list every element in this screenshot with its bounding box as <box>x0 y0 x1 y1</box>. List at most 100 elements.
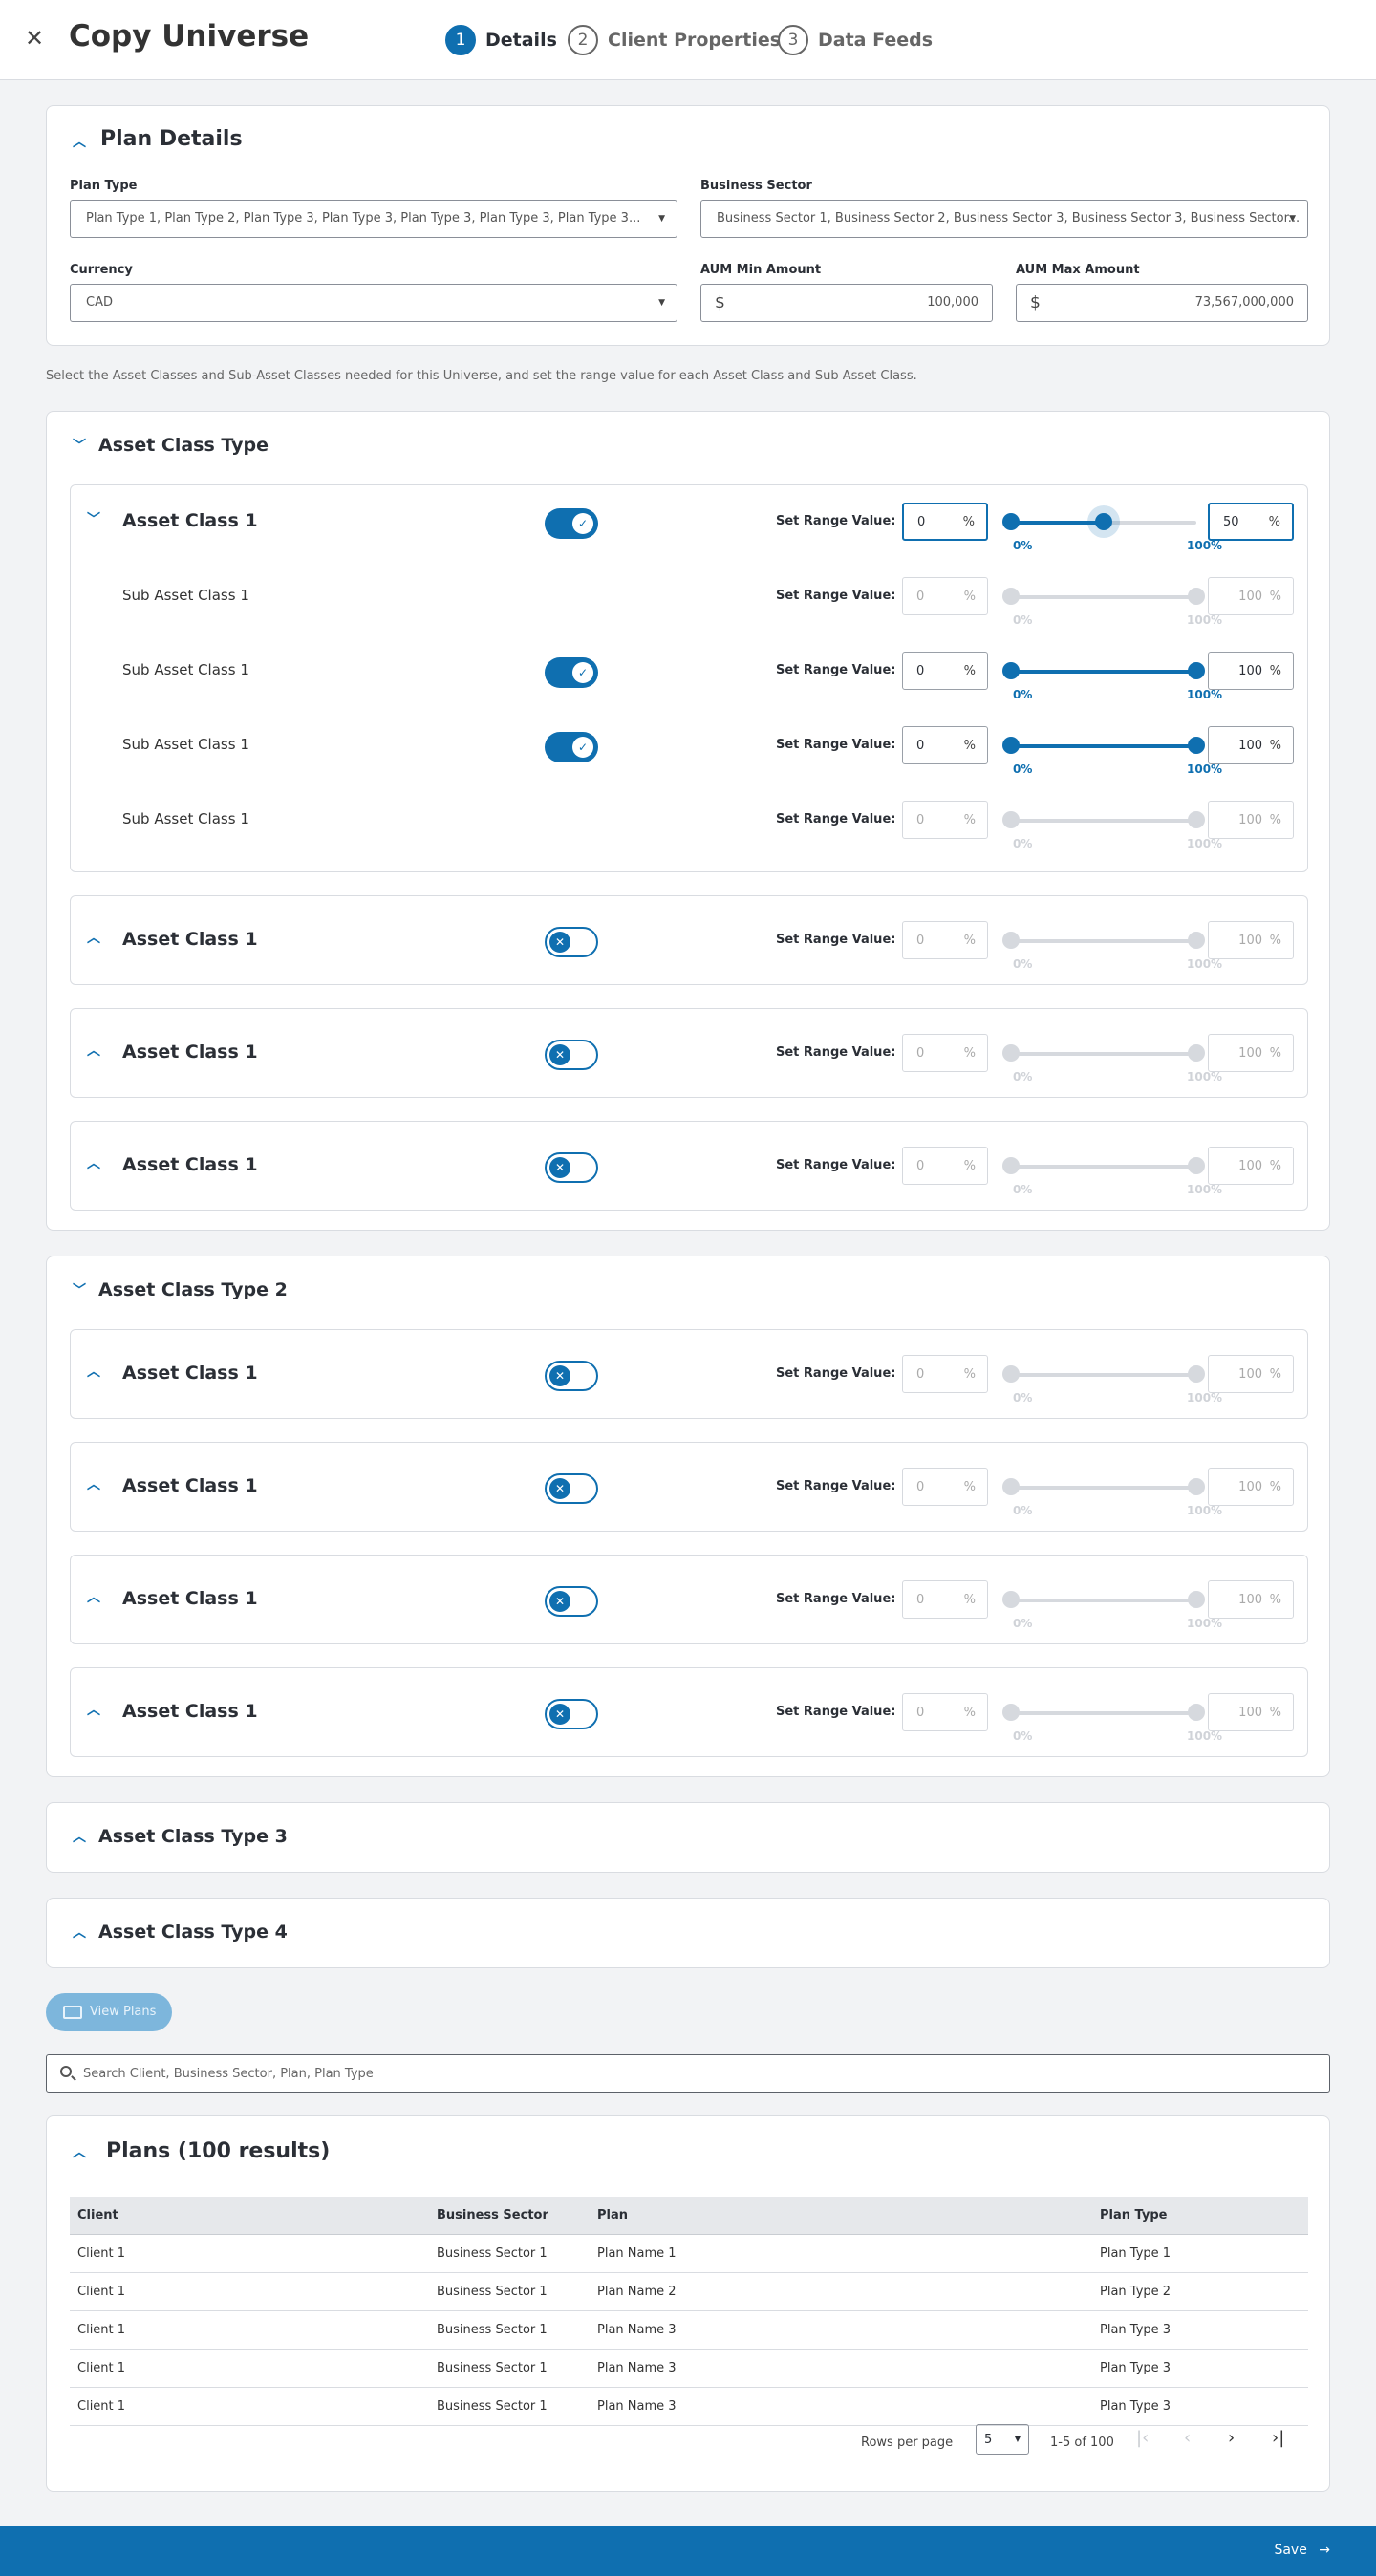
column-header[interactable]: Business Sector <box>437 2208 548 2222</box>
range-slider[interactable] <box>1002 588 1205 605</box>
column-header[interactable]: Client <box>77 2208 118 2222</box>
next-page-icon[interactable]: › <box>1228 2428 1235 2448</box>
range-slider[interactable] <box>1002 1157 1205 1174</box>
first-page-icon[interactable]: |‹ <box>1136 2428 1149 2448</box>
range-max-input[interactable]: 100% <box>1208 1580 1294 1619</box>
slider-min-thumb[interactable] <box>1002 588 1020 605</box>
table-row[interactable]: Client 1 Business Sector 1 Plan Name 2 P… <box>70 2273 1308 2311</box>
range-max-input[interactable]: 100% <box>1208 921 1294 959</box>
sub-asset-class-toggle[interactable]: ✓ <box>545 732 598 762</box>
slider-min-thumb[interactable] <box>1002 1704 1020 1721</box>
range-min-input[interactable]: 0% <box>902 503 988 541</box>
slider-min-thumb[interactable] <box>1002 1157 1020 1174</box>
step-details[interactable]: 1 Details <box>445 23 557 57</box>
range-min-input[interactable]: 0% <box>902 1355 988 1393</box>
range-max-input[interactable]: 100% <box>1208 1468 1294 1506</box>
slider-max-thumb[interactable] <box>1188 1044 1205 1062</box>
chevron-up-icon[interactable]: ︿ <box>86 1477 101 1492</box>
chevron-up-icon[interactable]: ︿ <box>72 1830 87 1845</box>
slider-max-thumb[interactable] <box>1188 1365 1205 1383</box>
range-max-input[interactable]: 100% <box>1208 1147 1294 1185</box>
slider-min-thumb[interactable] <box>1002 513 1020 530</box>
range-max-input[interactable]: 100% <box>1208 1355 1294 1393</box>
slider-min-thumb[interactable] <box>1002 932 1020 949</box>
range-max-input[interactable]: 50% <box>1208 503 1294 541</box>
chevron-up-icon[interactable]: ︿ <box>86 1043 101 1059</box>
chevron-up-icon[interactable]: ︿ <box>86 1590 101 1605</box>
table-row[interactable]: Client 1 Business Sector 1 Plan Name 1 P… <box>70 2235 1308 2273</box>
view-plans-button[interactable]: View Plans <box>46 1993 172 2031</box>
chevron-down-icon[interactable]: ﹀ <box>72 1283 87 1299</box>
slider-min-thumb[interactable] <box>1002 737 1020 754</box>
slider-max-thumb[interactable] <box>1188 1157 1205 1174</box>
range-slider[interactable] <box>1002 1704 1205 1721</box>
chevron-up-icon[interactable]: ︿ <box>86 931 101 946</box>
range-max-input[interactable]: 100% <box>1208 801 1294 839</box>
chevron-up-icon[interactable]: ︿ <box>86 1156 101 1171</box>
range-slider[interactable] <box>1002 662 1205 679</box>
range-slider[interactable] <box>1002 513 1202 530</box>
range-min-input[interactable]: 0% <box>902 1468 988 1506</box>
chevron-up-icon[interactable]: ︿ <box>72 1925 87 1941</box>
asset-class-toggle[interactable]: ✕ <box>545 1040 598 1070</box>
asset-class-toggle[interactable]: ✕ <box>545 927 598 957</box>
range-max-input[interactable]: 100% <box>1208 726 1294 764</box>
asset-class-toggle[interactable]: ✕ <box>545 1152 598 1183</box>
column-header[interactable]: Plan Type <box>1100 2208 1167 2222</box>
range-min-input[interactable]: 0% <box>902 801 988 839</box>
aum-min-input[interactable]: $ 100,000 <box>700 284 993 322</box>
range-min-input[interactable]: 0% <box>902 1580 988 1619</box>
range-max-input[interactable]: 100% <box>1208 1034 1294 1072</box>
range-slider[interactable] <box>1002 932 1205 949</box>
range-min-input[interactable]: 0% <box>902 726 988 764</box>
slider-max-thumb[interactable] <box>1188 1591 1205 1608</box>
slider-max-thumb[interactable] <box>1188 811 1205 828</box>
range-max-input[interactable]: 100% <box>1208 652 1294 690</box>
range-min-input[interactable]: 0% <box>902 921 988 959</box>
slider-min-thumb[interactable] <box>1002 1365 1020 1383</box>
chevron-up-icon[interactable]: ︿ <box>86 1703 101 1718</box>
range-max-input[interactable]: 100% <box>1208 577 1294 615</box>
chevron-down-icon[interactable]: ﹀ <box>86 512 101 527</box>
slider-max-thumb[interactable] <box>1188 932 1205 949</box>
search-input[interactable]: Search Client, Business Sector, Plan, Pl… <box>46 2054 1330 2093</box>
range-slider[interactable] <box>1002 737 1205 754</box>
save-button[interactable]: Save → <box>1274 2543 1330 2558</box>
slider-max-thumb[interactable] <box>1188 737 1205 754</box>
business-sector-select[interactable]: Business Sector 1, Business Sector 2, Bu… <box>700 200 1308 238</box>
slider-min-thumb[interactable] <box>1002 1591 1020 1608</box>
slider-max-thumb[interactable] <box>1188 1704 1205 1721</box>
asset-class-type-3-card[interactable]: ︿ Asset Class Type 3 <box>46 1802 1330 1873</box>
chevron-down-icon[interactable]: ﹀ <box>72 439 87 454</box>
slider-max-thumb[interactable] <box>1188 662 1205 679</box>
range-slider[interactable] <box>1002 811 1205 828</box>
asset-class-type-4-card[interactable]: ︿ Asset Class Type 4 <box>46 1898 1330 1968</box>
slider-max-thumb[interactable] <box>1188 1478 1205 1495</box>
prev-page-icon[interactable]: ‹ <box>1184 2428 1191 2448</box>
asset-class-toggle[interactable]: ✕ <box>545 1586 598 1617</box>
range-min-input[interactable]: 0% <box>902 1034 988 1072</box>
chevron-up-icon[interactable]: ︿ <box>72 135 87 150</box>
last-page-icon[interactable]: ›| <box>1272 2428 1284 2448</box>
slider-min-thumb[interactable] <box>1002 811 1020 828</box>
sub-asset-class-toggle[interactable]: ✓ <box>545 657 598 688</box>
asset-class-toggle[interactable]: ✕ <box>545 1699 598 1729</box>
asset-class-toggle[interactable]: ✓ <box>545 508 598 539</box>
range-min-input[interactable]: 0% <box>902 1147 988 1185</box>
range-min-input[interactable]: 0% <box>902 1693 988 1731</box>
aum-max-input[interactable]: $ 73,567,000,000 <box>1016 284 1308 322</box>
range-slider[interactable] <box>1002 1365 1205 1383</box>
plan-type-select[interactable]: Plan Type 1, Plan Type 2, Plan Type 3, P… <box>70 200 677 238</box>
close-icon[interactable]: ✕ <box>23 27 46 50</box>
chevron-up-icon[interactable]: ︿ <box>72 2145 87 2160</box>
currency-select[interactable]: CAD ▼ <box>70 284 677 322</box>
table-row[interactable]: Client 1 Business Sector 1 Plan Name 3 P… <box>70 2350 1308 2388</box>
range-slider[interactable] <box>1002 1044 1205 1062</box>
slider-max-thumb[interactable] <box>1188 588 1205 605</box>
range-min-input[interactable]: 0% <box>902 577 988 615</box>
slider-min-thumb[interactable] <box>1002 1478 1020 1495</box>
step-client-properties[interactable]: 2 Client Properties <box>568 23 781 57</box>
step-data-feeds[interactable]: 3 Data Feeds <box>778 23 933 57</box>
slider-min-thumb[interactable] <box>1002 662 1020 679</box>
range-min-input[interactable]: 0% <box>902 652 988 690</box>
